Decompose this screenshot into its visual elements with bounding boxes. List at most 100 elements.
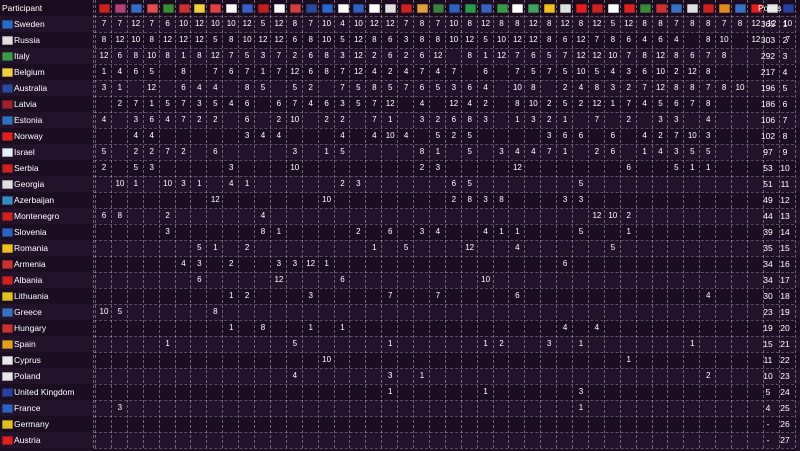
vote-cell [653,256,669,272]
grid-line [94,256,794,257]
vote-cell: 5 [356,83,361,92]
vote-cell [239,192,255,208]
vote-cell [160,128,176,144]
vote-cell: 3 [356,179,361,188]
table-row: Latvia 2 7 1 5 7 3 5 4 6 6 7 4 6 3 5 7 12 4 12 4 2 8 10 2 5 2 12 1 7 4… [0,96,800,112]
vote-cell [509,128,525,144]
vote-cell: 4 [483,227,488,236]
vote-cell [223,192,239,208]
vote-cell: 3 [340,51,345,60]
vote-cell: 8 [515,19,520,28]
grid-line [94,96,794,97]
vote-cell: 4 [705,291,711,300]
vote-cell [112,192,128,208]
participant-label: Norway [14,131,43,141]
vote-cell [128,320,144,336]
vote-cell: 5 [213,35,218,44]
voter-flag-icon [417,4,428,13]
country-flag-icon [2,292,13,301]
vote-cell [207,160,223,176]
vote-cell: 8 [372,83,377,92]
vote-cell [239,384,255,400]
vote-cell [668,192,684,208]
vote-cell [637,320,653,336]
vote-cell [303,112,319,128]
vote-cell [223,368,239,384]
vote-cell [112,432,128,448]
vote-cell: 8 [690,19,695,28]
vote-cell: 10 [290,115,300,124]
vote-cell: 12 [512,35,522,44]
vote-cell: 12 [576,35,586,44]
vote-cell: 6 [467,83,472,92]
vote-cell [653,416,669,432]
vote-cell [668,384,684,400]
vote-cell: 12 [163,35,173,44]
participant-name: Greece [0,304,92,320]
vote-cell: 6 [451,179,457,188]
vote-cell [398,96,414,112]
vote-cell: 10 [528,99,538,108]
vote-cell [716,64,732,80]
vote-cell [414,272,430,288]
voter-flag-icon [242,4,254,13]
vote-cell [287,320,303,336]
vote-cell: 1 [387,115,393,124]
vote-cell: 10 [481,275,491,284]
vote-cell [160,384,176,400]
vote-cell: 5 [213,99,218,108]
participant-label: Slovenia [14,227,47,237]
vote-cell [430,352,446,368]
vote-cell [271,176,287,192]
vote-cell: 10 [147,51,157,60]
vote-cell: 10 [719,35,729,44]
vote-cell [430,176,446,192]
vote-cell [716,320,732,336]
vote-cell [398,256,414,272]
vote-cell [573,432,589,448]
voter-flag-icon [210,4,222,13]
vote-cell: 1 [324,259,329,268]
vote-cell [128,208,144,224]
vote-cell: 7 [403,19,409,28]
vote-cell: 1 [483,339,488,348]
vote-cell: 7 [546,67,552,76]
vote-cell: 3 [276,259,282,268]
vote-cell: 3 [181,179,186,188]
participant-name: Georgia [0,176,92,192]
vote-cell [176,224,192,240]
vote-cell: 5 [340,35,345,44]
vote-cell: 8 [197,51,202,60]
vote-cell [653,176,669,192]
vote-cell [700,384,716,400]
vote-cell [382,176,398,192]
vote-cell: 12 [147,83,157,92]
vote-cell [621,320,637,336]
vote-cell: 8 [324,67,329,76]
grid-line [94,368,794,369]
vote-cell: 4 [276,131,282,140]
vote-cell [700,304,716,320]
vote-cell [732,208,748,224]
vote-cell: 4 [610,67,616,76]
vote-cell: 6 [531,51,536,60]
vote-cell [223,304,239,320]
country-flag-icon [2,100,13,109]
country-flag-icon [2,228,13,237]
vote-cell: 7 [594,35,600,44]
vote-cell [716,256,732,272]
vote-cell [414,416,430,432]
vote-cell [382,144,398,160]
vote-cell [653,352,669,368]
vote-cell [335,368,351,384]
vote-cell [303,208,319,224]
vote-cell [191,368,207,384]
vote-cell: 7 [403,83,409,92]
vote-cell [573,160,589,176]
vote-cell: 12 [131,19,141,28]
vote-cell [430,368,446,384]
vote-cell [668,288,684,304]
vote-cell: 8 [705,19,711,28]
voter-flag-icon [337,4,349,13]
vote-cell [271,400,287,416]
